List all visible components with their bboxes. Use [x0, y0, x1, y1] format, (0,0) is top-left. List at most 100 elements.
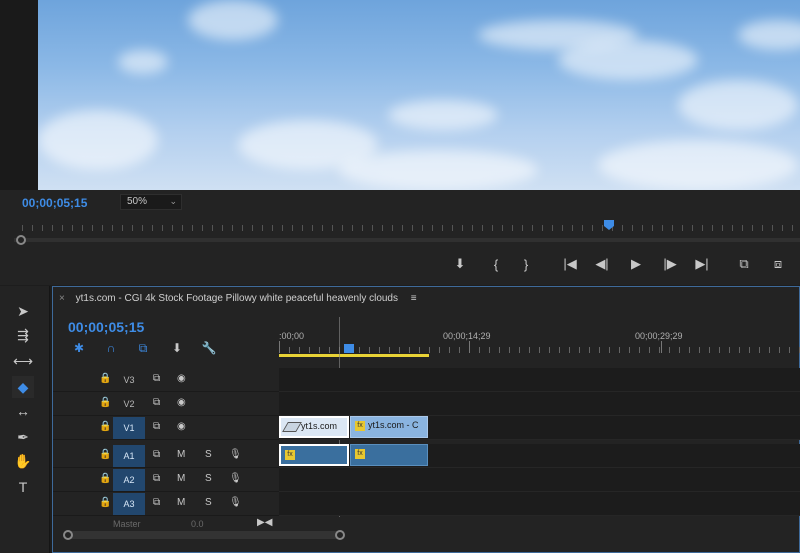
mic-icon[interactable]: 🎙 — [229, 497, 242, 508]
track-lane-a2[interactable] — [279, 468, 800, 492]
zoom-level-select[interactable]: 50% ⌄ — [120, 194, 182, 210]
ruler-ticks — [279, 347, 800, 353]
track-header-v2: 🔒 V2 ⧉ ◉ — [53, 392, 279, 416]
fx-badge-icon: fx — [285, 450, 295, 460]
master-value[interactable]: 0.0 — [191, 519, 204, 529]
monitor-left-strip — [0, 0, 38, 190]
track-header-a3: 🔒 A3 ⧉ M S 🎙 — [53, 492, 279, 516]
video-frame-sky-clouds[interactable] — [38, 0, 800, 190]
ruler-label-end: 00;00;29;29 — [635, 331, 683, 341]
work-area-bar[interactable] — [279, 354, 429, 357]
solo-button[interactable]: S — [205, 497, 212, 508]
wrench-settings-icon[interactable]: 🔧 — [201, 341, 217, 357]
sequence-tab[interactable]: × yt1s.com - CGI 4k Stock Footage Pillow… — [59, 293, 417, 304]
lock-icon[interactable]: 🔒 — [99, 497, 111, 508]
eye-icon[interactable]: ◉ — [177, 421, 186, 432]
mute-button[interactable]: M — [177, 473, 185, 484]
mic-icon[interactable]: 🎙 — [229, 449, 242, 460]
track-select-tool-icon[interactable]: ⇶ — [12, 324, 34, 346]
track-target-a3[interactable]: A3 — [113, 493, 145, 515]
v1-clip-1[interactable]: yt1s.com — [279, 416, 349, 438]
snap-magnet-icon[interactable]: ∩ — [103, 341, 119, 357]
transition-icon — [282, 422, 302, 432]
mic-icon[interactable]: 🎙 — [229, 473, 242, 484]
timeline-timecode[interactable]: 00;00;05;15 — [68, 319, 144, 335]
go-to-end-icon[interactable]: ▶◀ — [257, 517, 272, 528]
program-time-ruler[interactable] — [14, 218, 800, 240]
premiere-workspace: 00;00;05;15 50% ⌄ ⬇ {} |◀ ◀| ▶ |▶ ▶| ⧉ ⧈ ➤ ⇶ ⟷ ◆ ↔ ✒ ✋… — [0, 0, 800, 553]
timeline-horizontal-scrollbar[interactable] — [63, 530, 345, 540]
program-scrub-knob[interactable] — [16, 235, 26, 245]
hand-tool-icon[interactable]: ✋ — [12, 450, 34, 472]
track-target-v1[interactable]: V1 — [113, 417, 145, 439]
track-header-a1: 🔒 A1 ⧉ M S 🎙 — [53, 444, 279, 468]
solo-button[interactable]: S — [205, 473, 212, 484]
ripple-edit-tool-icon[interactable]: ⟷ — [12, 350, 34, 372]
type-tool-icon[interactable]: T — [12, 476, 34, 498]
track-target-v2[interactable]: V2 — [113, 393, 145, 415]
timeline-playhead[interactable] — [344, 344, 354, 353]
track-target-v3[interactable]: V3 — [113, 369, 145, 391]
pen-tool-icon[interactable]: ✒ — [12, 426, 34, 448]
step-forward-icon[interactable]: |▶ — [662, 254, 678, 274]
ruler-major-tick — [661, 341, 662, 353]
sync-lock-icon[interactable]: ⧉ — [153, 397, 160, 408]
go-to-in-icon[interactable]: |◀ — [562, 254, 578, 274]
ruler-major-tick — [469, 341, 470, 353]
lock-icon[interactable]: 🔒 — [99, 473, 111, 484]
solo-button[interactable]: S — [205, 449, 212, 460]
program-scrub-bar[interactable] — [14, 238, 800, 242]
extract-icon[interactable]: ⧈ — [770, 254, 786, 274]
panel-menu-icon[interactable]: ≡ — [411, 293, 417, 304]
timeline-time-ruler[interactable]: :00;00 00;00;14;29 00;00;29;29 — [279, 327, 800, 357]
linked-selection-icon[interactable]: ⧉ — [135, 341, 151, 357]
sync-lock-icon[interactable]: ⧉ — [153, 373, 160, 384]
mute-button[interactable]: M — [177, 449, 185, 460]
scroll-end-handle[interactable] — [335, 530, 345, 540]
slip-tool-icon[interactable]: ↔ — [12, 400, 34, 422]
fx-badge-icon: fx — [355, 421, 365, 431]
close-icon[interactable]: × — [59, 293, 65, 304]
go-to-out-icon[interactable]: ▶| — [694, 254, 710, 274]
track-lane-a3[interactable] — [279, 492, 800, 516]
sync-lock-icon[interactable]: ⧉ — [153, 449, 160, 460]
marker-icon[interactable]: ⬇ — [452, 254, 468, 274]
ruler-label-mid: 00;00;14;29 — [443, 331, 491, 341]
program-timecode[interactable]: 00;00;05;15 — [22, 196, 87, 210]
program-monitor: 00;00;05;15 50% ⌄ ⬇ {} |◀ ◀| ▶ |▶ ▶| ⧉ ⧈ — [0, 0, 800, 285]
eye-icon[interactable]: ◉ — [177, 373, 186, 384]
track-target-a1[interactable]: A1 — [113, 445, 145, 467]
lift-icon[interactable]: ⧉ — [736, 254, 752, 274]
a1-clip-1[interactable]: fx — [279, 444, 349, 466]
razor-tool-icon[interactable]: ◆ — [12, 376, 34, 398]
a1-clip-2[interactable]: fx — [350, 444, 428, 466]
mute-button[interactable]: M — [177, 497, 185, 508]
track-header-v1: 🔒 V1 ⧉ ◉ — [53, 416, 279, 440]
nest-sequence-icon[interactable]: ✱ — [71, 341, 87, 357]
eye-icon[interactable]: ◉ — [177, 397, 186, 408]
play-icon[interactable]: ▶ — [628, 254, 644, 274]
track-header-v3: 🔒 V3 ⧉ ◉ — [53, 368, 279, 392]
sync-lock-icon[interactable]: ⧉ — [153, 473, 160, 484]
timeline-panel: × yt1s.com - CGI 4k Stock Footage Pillow… — [52, 286, 800, 553]
track-lane-v2[interactable] — [279, 392, 800, 416]
lock-icon[interactable]: 🔒 — [99, 421, 111, 432]
lock-icon[interactable]: 🔒 — [99, 397, 111, 408]
track-target-a2[interactable]: A2 — [113, 469, 145, 491]
lock-icon[interactable]: 🔒 — [99, 373, 111, 384]
lock-icon[interactable]: 🔒 — [99, 449, 111, 460]
mark-out-icon[interactable]: } — [518, 254, 534, 274]
ruler-major-tick — [279, 341, 280, 353]
step-back-icon[interactable]: ◀| — [594, 254, 610, 274]
selection-tool-icon[interactable]: ➤ — [12, 300, 34, 322]
mark-in-icon[interactable]: { — [488, 254, 504, 274]
sync-lock-icon[interactable]: ⧉ — [153, 497, 160, 508]
v1-clip-2[interactable]: fx yt1s.com - C — [350, 416, 428, 438]
chevron-down-icon: ⌄ — [169, 196, 177, 206]
add-marker-icon[interactable]: ⬇ — [169, 341, 185, 357]
tools-panel: ➤ ⇶ ⟷ ◆ ↔ ✒ ✋ T — [0, 286, 50, 553]
track-lane-v3[interactable] — [279, 368, 800, 392]
zoom-level-value: 50% — [127, 196, 148, 207]
sync-lock-icon[interactable]: ⧉ — [153, 421, 160, 432]
scroll-start-handle[interactable] — [63, 530, 73, 540]
